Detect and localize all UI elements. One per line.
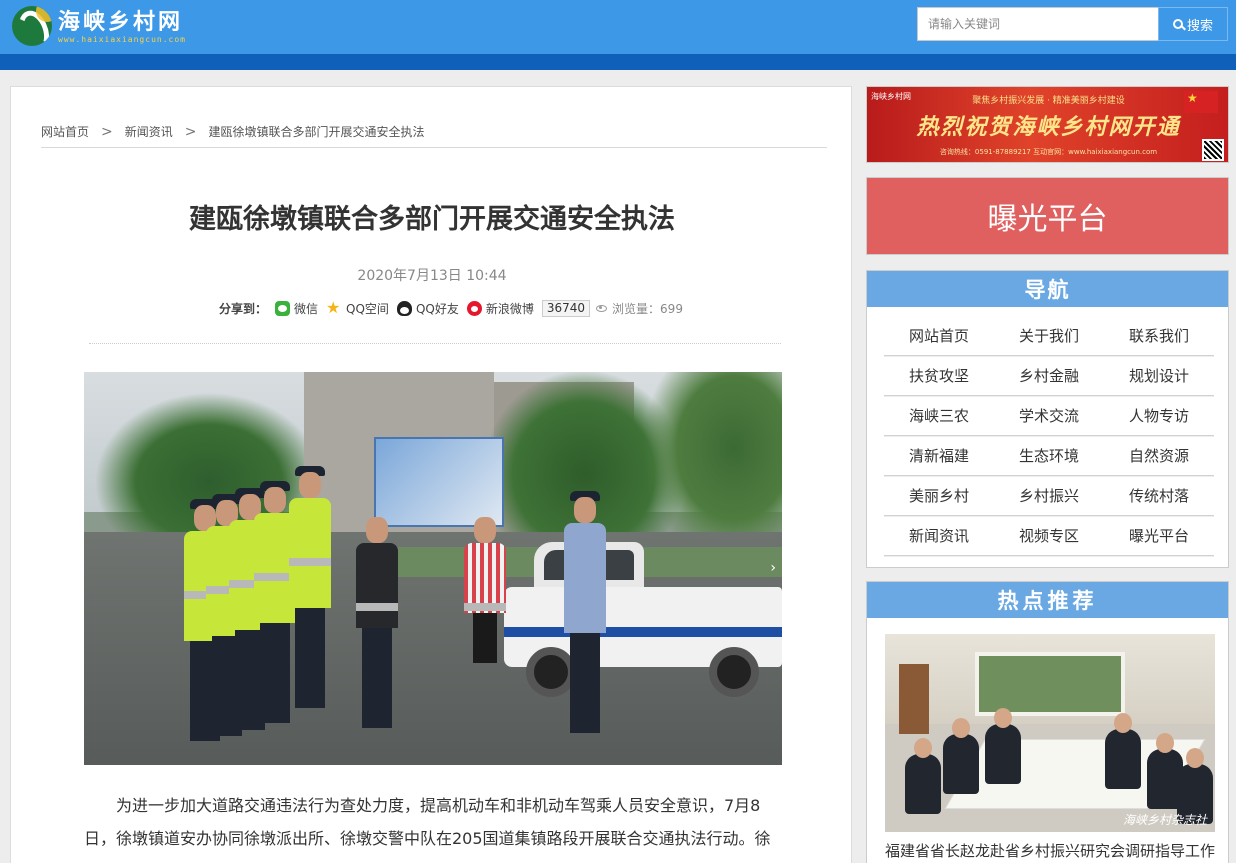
nav-row: 网站首页 关于我们 联系我们 [884, 316, 1214, 356]
nav-link[interactable]: 规划设计 [1104, 356, 1214, 395]
article-photo: › [84, 372, 782, 765]
hot-caption-link[interactable]: 福建省省长赵龙赴省乡村振兴研究会调研指导工作 [885, 840, 1215, 861]
qzone-icon [326, 298, 342, 317]
nav-grid: 网站首页 关于我们 联系我们 扶贫攻坚 乡村金融 规划设计 海峡三农 学术交流 … [884, 316, 1214, 556]
banner-contact: 咨询热线：0591-87889217 互动官网：www.haixiaxiangc… [939, 148, 1158, 156]
nav-link[interactable]: 海峡三农 [884, 396, 994, 435]
share-weibo-label: 新浪微博 [485, 302, 534, 316]
nav-link[interactable]: 联系我们 [1104, 316, 1214, 355]
breadcrumb-section[interactable]: 新闻资讯 [125, 123, 173, 140]
hot-title: 热点推荐 [867, 582, 1228, 618]
wechat-icon [275, 301, 291, 316]
logo-text: 海峡乡村网 www.haixiaxiangcun.com [58, 9, 186, 44]
divider [89, 343, 781, 344]
nav-link[interactable]: 乡村金融 [994, 356, 1104, 395]
nav-link[interactable]: 视频专区 [994, 516, 1104, 555]
nav-link[interactable]: 扶贫攻坚 [884, 356, 994, 395]
search-icon [1172, 19, 1183, 29]
banner-slogan: 聚焦乡村振兴发展 · 精准美丽乡村建设 [972, 96, 1125, 106]
nav-link[interactable]: 生态环境 [994, 436, 1104, 475]
nav-link[interactable]: 自然资源 [1104, 436, 1214, 475]
nav-title: 导航 [867, 271, 1228, 307]
logo-icon [12, 6, 52, 46]
nav-row: 美丽乡村 乡村振兴 传统村落 [884, 476, 1214, 516]
share-qzone[interactable]: QQ空间 [326, 298, 389, 317]
nav-link[interactable]: 人物专访 [1104, 396, 1214, 435]
divider [41, 147, 827, 148]
banner-headline: 热烈祝贺海峡乡村网开通 [916, 114, 1181, 140]
qr-code-icon [1202, 139, 1224, 161]
nav-link[interactable]: 关于我们 [994, 316, 1104, 355]
search-button-label: 搜索 [1186, 18, 1213, 34]
article-body: 为进一步加大道路交通违法行为查处力度，提高机动车和非机动车驾乘人员安全意识，7月… [84, 796, 771, 848]
breadcrumb: 网站首页 > 新闻资讯 > 建瓯徐墩镇联合多部门开展交通安全执法 [41, 123, 425, 140]
share-label: 分享到： [219, 302, 268, 316]
chevron-right-icon: > [184, 123, 197, 140]
nav-box: 导航 网站首页 关于我们 联系我们 扶贫攻坚 乡村金融 规划设计 海峡三农 学术… [866, 270, 1229, 568]
chevron-right-icon[interactable]: › [770, 560, 776, 576]
header-strip [0, 54, 1236, 70]
nav-row: 新闻资讯 视频专区 曝光平台 [884, 516, 1214, 556]
view-count-label: 浏览量：699 [612, 302, 683, 316]
share-count-badge: 36740 [541, 300, 591, 317]
article-date: 2020年7月13日 10:44 [357, 268, 507, 284]
nav-link[interactable]: 学术交流 [994, 396, 1104, 435]
site-url: www.haixiaxiangcun.com [58, 34, 186, 44]
nav-row: 扶贫攻坚 乡村金融 规划设计 [884, 356, 1214, 396]
share-qq[interactable]: QQ好友 [396, 300, 459, 317]
breadcrumb-current[interactable]: 建瓯徐墩镇联合多部门开展交通安全执法 [209, 123, 425, 140]
site-header: 海峡乡村网 www.haixiaxiangcun.com 搜索 [0, 0, 1236, 54]
hot-thumbnail[interactable]: 海峡乡村杂志社 [885, 634, 1215, 832]
nav-link[interactable]: 清新福建 [884, 436, 994, 475]
share-wechat-label: 微信 [294, 302, 319, 316]
chevron-right-icon: > [101, 123, 113, 140]
nav-row: 海峡三农 学术交流 人物专访 [884, 396, 1214, 436]
share-qq-label: QQ好友 [415, 302, 459, 316]
breadcrumb-home[interactable]: 网站首页 [41, 123, 89, 140]
site-title: 海峡乡村网 [58, 8, 184, 35]
expose-platform-button[interactable]: 曝光平台 [866, 177, 1229, 255]
search-bar: 搜索 [917, 7, 1228, 41]
nav-link[interactable]: 曝光平台 [1104, 516, 1214, 555]
nav-link[interactable]: 传统村落 [1104, 476, 1214, 515]
share-weibo[interactable]: 新浪微博 [466, 300, 534, 317]
hot-watermark: 海峡乡村杂志社 [1122, 813, 1207, 827]
share-wechat[interactable]: 微信 [275, 300, 318, 317]
article-title: 建瓯徐墩镇联合多部门开展交通安全执法 [189, 204, 675, 235]
weibo-icon [466, 301, 482, 316]
eye-icon [596, 305, 608, 312]
nav-link[interactable]: 新闻资讯 [884, 516, 994, 555]
nav-row: 清新福建 生态环境 自然资源 [884, 436, 1214, 476]
search-input[interactable] [917, 7, 1158, 41]
article-panel: 网站首页 > 新闻资讯 > 建瓯徐墩镇联合多部门开展交通安全执法 建瓯徐墩镇联合… [10, 86, 852, 863]
nav-link[interactable]: 美丽乡村 [884, 476, 994, 515]
hot-recommend-box: 热点推荐 海峡乡村杂志社 福建省省长赵龙赴省乡村振兴研究会调研指导工作 [866, 581, 1229, 863]
site-logo[interactable]: 海峡乡村网 www.haixiaxiangcun.com [12, 4, 186, 48]
share-bar: 分享到： 微信 QQ空间 QQ好友 新浪微博 36740 浏览量：699 [219, 298, 683, 317]
qq-icon [396, 301, 412, 316]
view-count: 浏览量：699 [596, 300, 683, 317]
nav-link[interactable]: 乡村振兴 [994, 476, 1104, 515]
promo-banner[interactable]: 海峡乡村网 聚焦乡村振兴发展 · 精准美丽乡村建设 热烈祝贺海峡乡村网开通 咨询… [866, 86, 1229, 163]
search-button[interactable]: 搜索 [1158, 7, 1228, 41]
nav-link[interactable]: 网站首页 [884, 316, 994, 355]
share-qzone-label: QQ空间 [346, 302, 389, 316]
